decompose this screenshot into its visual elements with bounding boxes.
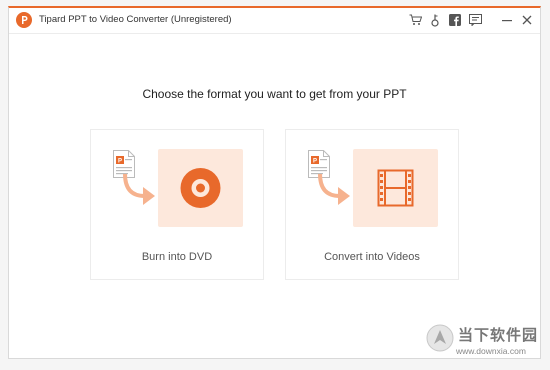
svg-text:P: P: [313, 159, 317, 165]
convert-arrow-icon: [123, 174, 155, 205]
convert-arrow-icon: [318, 174, 350, 205]
title-divider: [9, 33, 540, 34]
title-bar: Tipard PPT to Video Converter (Unregiste…: [9, 8, 540, 33]
window-title: Tipard PPT to Video Converter (Unregiste…: [39, 14, 232, 25]
app-window: Tipard PPT to Video Converter (Unregiste…: [8, 6, 541, 359]
burn-dvd-option[interactable]: P Burn into DVD: [90, 129, 264, 280]
svg-text:P: P: [118, 159, 122, 165]
title-bar-controls: [408, 12, 534, 28]
dvd-icon: [180, 168, 221, 208]
video-thumbnail: [353, 149, 438, 227]
minimize-button[interactable]: [500, 13, 514, 27]
app-logo-icon: [16, 12, 32, 28]
convert-videos-label: Convert into Videos: [324, 251, 420, 263]
watermark-logo-icon: [426, 324, 454, 352]
dvd-thumbnail: [158, 149, 243, 227]
close-button[interactable]: [520, 13, 534, 27]
feedback-icon[interactable]: [468, 13, 482, 27]
format-prompt: Choose the format you want to get from y…: [142, 87, 407, 101]
cart-icon[interactable]: [408, 13, 422, 27]
film-icon: [377, 169, 414, 207]
watermark: 当下软件园 www.downxia.com: [426, 322, 546, 362]
burn-dvd-label: Burn into DVD: [141, 251, 213, 263]
watermark-url: www.downxia.com: [456, 346, 526, 356]
convert-videos-option[interactable]: P Convert into Videos: [285, 129, 459, 280]
key-icon[interactable]: [428, 13, 442, 27]
facebook-icon[interactable]: [448, 13, 462, 27]
watermark-cn-text: 当下软件园: [458, 327, 539, 344]
